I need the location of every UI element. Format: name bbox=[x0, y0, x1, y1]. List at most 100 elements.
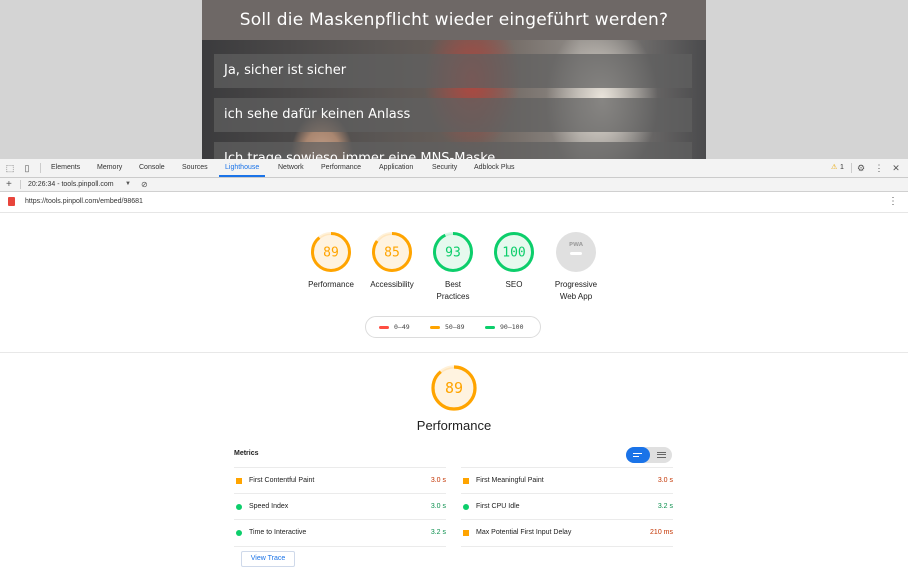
legend-range: 50–89 bbox=[445, 323, 465, 331]
poll-option[interactable]: Ja, sicher ist sicher bbox=[214, 54, 692, 88]
gauge-accessibility[interactable]: 85 Accessibility bbox=[362, 231, 422, 291]
average-marker-icon bbox=[430, 325, 440, 329]
gauge-value: 85 bbox=[384, 246, 400, 261]
poll-widget: Soll die Maskenpflicht wieder eingeführt… bbox=[202, 0, 706, 159]
gauge-label: Progressive Web App bbox=[554, 280, 598, 301]
metric-name: First Contentful Paint bbox=[249, 477, 315, 484]
pwa-badge-icon: PWA bbox=[556, 232, 596, 272]
metric-value: 210 ms bbox=[650, 529, 673, 536]
gauge-label: Best Practices bbox=[436, 280, 470, 301]
tab-memory[interactable]: Memory bbox=[97, 159, 122, 177]
metric-name: Time to Interactive bbox=[249, 529, 307, 536]
devtools-panel: ⬚ ▯ Elements Memory Console Sources Ligh… bbox=[0, 159, 908, 568]
report-url-bar: https://tools.pinpoll.com/embed/98681 ⋮ bbox=[0, 192, 908, 213]
metric-row: Max Potential First Input Delay 210 ms bbox=[461, 519, 673, 547]
section-title: Performance bbox=[416, 418, 492, 433]
fail-marker-icon bbox=[379, 325, 389, 329]
section-divider bbox=[0, 352, 908, 353]
tab-application[interactable]: Application bbox=[379, 159, 413, 177]
webpage-viewport: Soll die Maskenpflicht wieder eingeführt… bbox=[0, 0, 908, 159]
dropdown-arrow-icon[interactable]: ▼ bbox=[125, 178, 131, 191]
gauge-ring: 100 bbox=[494, 232, 534, 272]
metrics-title: Metrics bbox=[234, 450, 259, 457]
view-trace-button[interactable]: View Trace bbox=[241, 551, 295, 567]
gauge-pwa[interactable]: PWA Progressive Web App bbox=[543, 231, 609, 303]
pwa-label: PWA bbox=[569, 242, 584, 248]
tab-network[interactable]: Network bbox=[278, 159, 304, 177]
gauge-seo[interactable]: 100 SEO bbox=[484, 231, 544, 291]
gear-icon[interactable]: ⚙ bbox=[856, 163, 866, 173]
tab-performance[interactable]: Performance bbox=[321, 159, 361, 177]
gauge-value: 89 bbox=[445, 379, 463, 397]
gauge-best-practices[interactable]: 93 Best Practices bbox=[423, 231, 483, 303]
report-selector[interactable]: 20:26:34 - tools.pinpoll.com bbox=[28, 178, 114, 191]
average-marker-icon bbox=[463, 530, 469, 536]
gauge-value: 93 bbox=[445, 246, 461, 261]
clear-icon[interactable]: ⊘ bbox=[141, 178, 148, 191]
pass-marker-icon bbox=[236, 504, 242, 510]
more-options-icon[interactable]: ⋮ bbox=[874, 163, 884, 173]
pass-marker-icon bbox=[485, 325, 495, 329]
report-url[interactable]: https://tools.pinpoll.com/embed/98681 bbox=[25, 192, 143, 212]
average-marker-icon bbox=[463, 478, 469, 484]
legend-item-average: 50–89 bbox=[430, 317, 465, 337]
devtools-tab-bar: ⬚ ▯ Elements Memory Console Sources Ligh… bbox=[0, 159, 908, 178]
pass-marker-icon bbox=[236, 530, 242, 536]
poll-option[interactable]: Ich trage sowieso immer eine MNS-Maske bbox=[214, 142, 692, 159]
average-marker-icon bbox=[236, 478, 242, 484]
metric-value: 3.0 s bbox=[430, 477, 446, 484]
expanded-view-icon[interactable] bbox=[655, 447, 669, 463]
metric-name: First CPU Idle bbox=[476, 503, 520, 510]
legend-range: 90–100 bbox=[500, 323, 524, 331]
divider bbox=[40, 163, 41, 173]
metric-row: Speed Index 3.0 s bbox=[234, 493, 446, 520]
metric-row: Time to Interactive 3.2 s bbox=[234, 519, 446, 547]
metric-value: 3.0 s bbox=[430, 503, 446, 510]
gauge-ring: 93 bbox=[433, 232, 473, 272]
legend-item-fail: 0–49 bbox=[379, 317, 410, 337]
tab-console[interactable]: Console bbox=[139, 159, 165, 177]
poll-question: Soll die Maskenpflicht wieder eingeführt… bbox=[202, 0, 706, 40]
gauge-label: Accessibility bbox=[370, 280, 414, 289]
metric-name: Max Potential First Input Delay bbox=[476, 529, 572, 536]
close-icon[interactable]: ✕ bbox=[891, 163, 901, 173]
tab-sources[interactable]: Sources bbox=[182, 159, 208, 177]
add-icon[interactable]: + bbox=[6, 178, 12, 191]
gauge-ring: 89 bbox=[311, 232, 351, 272]
metric-value: 3.0 s bbox=[657, 477, 673, 484]
compact-view-icon[interactable] bbox=[626, 447, 650, 463]
metric-value: 3.2 s bbox=[657, 503, 673, 510]
gauge-ring: 85 bbox=[372, 232, 412, 272]
metric-name: Speed Index bbox=[249, 503, 289, 510]
legend-range: 0–49 bbox=[394, 323, 410, 331]
metrics-view-toggle[interactable] bbox=[626, 447, 672, 463]
more-options-icon[interactable]: ⋮ bbox=[888, 192, 898, 212]
tab-adblock-plus[interactable]: Adblock Plus bbox=[474, 159, 514, 177]
divider bbox=[20, 180, 21, 189]
tab-elements[interactable]: Elements bbox=[51, 159, 80, 177]
pass-marker-icon bbox=[463, 504, 469, 510]
poll-option[interactable]: ich sehe dafür keinen Anlass bbox=[214, 98, 692, 132]
gauge-value: 100 bbox=[502, 246, 525, 261]
device-toolbar-icon[interactable]: ▯ bbox=[22, 163, 32, 173]
metric-row: First CPU Idle 3.2 s bbox=[461, 493, 673, 520]
metric-row: First Contentful Paint 3.0 s bbox=[234, 467, 446, 494]
metric-row: First Meaningful Paint 3.0 s bbox=[461, 467, 673, 494]
score-legend: 0–49 50–89 90–100 bbox=[365, 316, 541, 338]
warning-icon[interactable]: ⚠ bbox=[831, 159, 837, 177]
lighthouse-logo-icon bbox=[8, 197, 15, 206]
inspect-element-icon[interactable]: ⬚ bbox=[5, 163, 15, 173]
tab-lighthouse[interactable]: Lighthouse bbox=[219, 159, 266, 177]
lighthouse-toolbar: + 20:26:34 - tools.pinpoll.com ▼ ⊘ bbox=[0, 178, 908, 192]
gauge-label: SEO bbox=[505, 280, 523, 289]
gauge-performance[interactable]: 89 Performance bbox=[301, 231, 361, 291]
performance-big-gauge: 89 bbox=[424, 364, 484, 412]
divider bbox=[851, 163, 852, 173]
tab-security[interactable]: Security bbox=[432, 159, 457, 177]
metric-name: First Meaningful Paint bbox=[476, 477, 544, 484]
gauge-value: 89 bbox=[323, 246, 339, 261]
metric-value: 3.2 s bbox=[430, 529, 446, 536]
legend-item-pass: 90–100 bbox=[485, 317, 523, 337]
gauge-ring: 89 bbox=[431, 365, 477, 411]
gauge-label: Performance bbox=[308, 280, 354, 289]
